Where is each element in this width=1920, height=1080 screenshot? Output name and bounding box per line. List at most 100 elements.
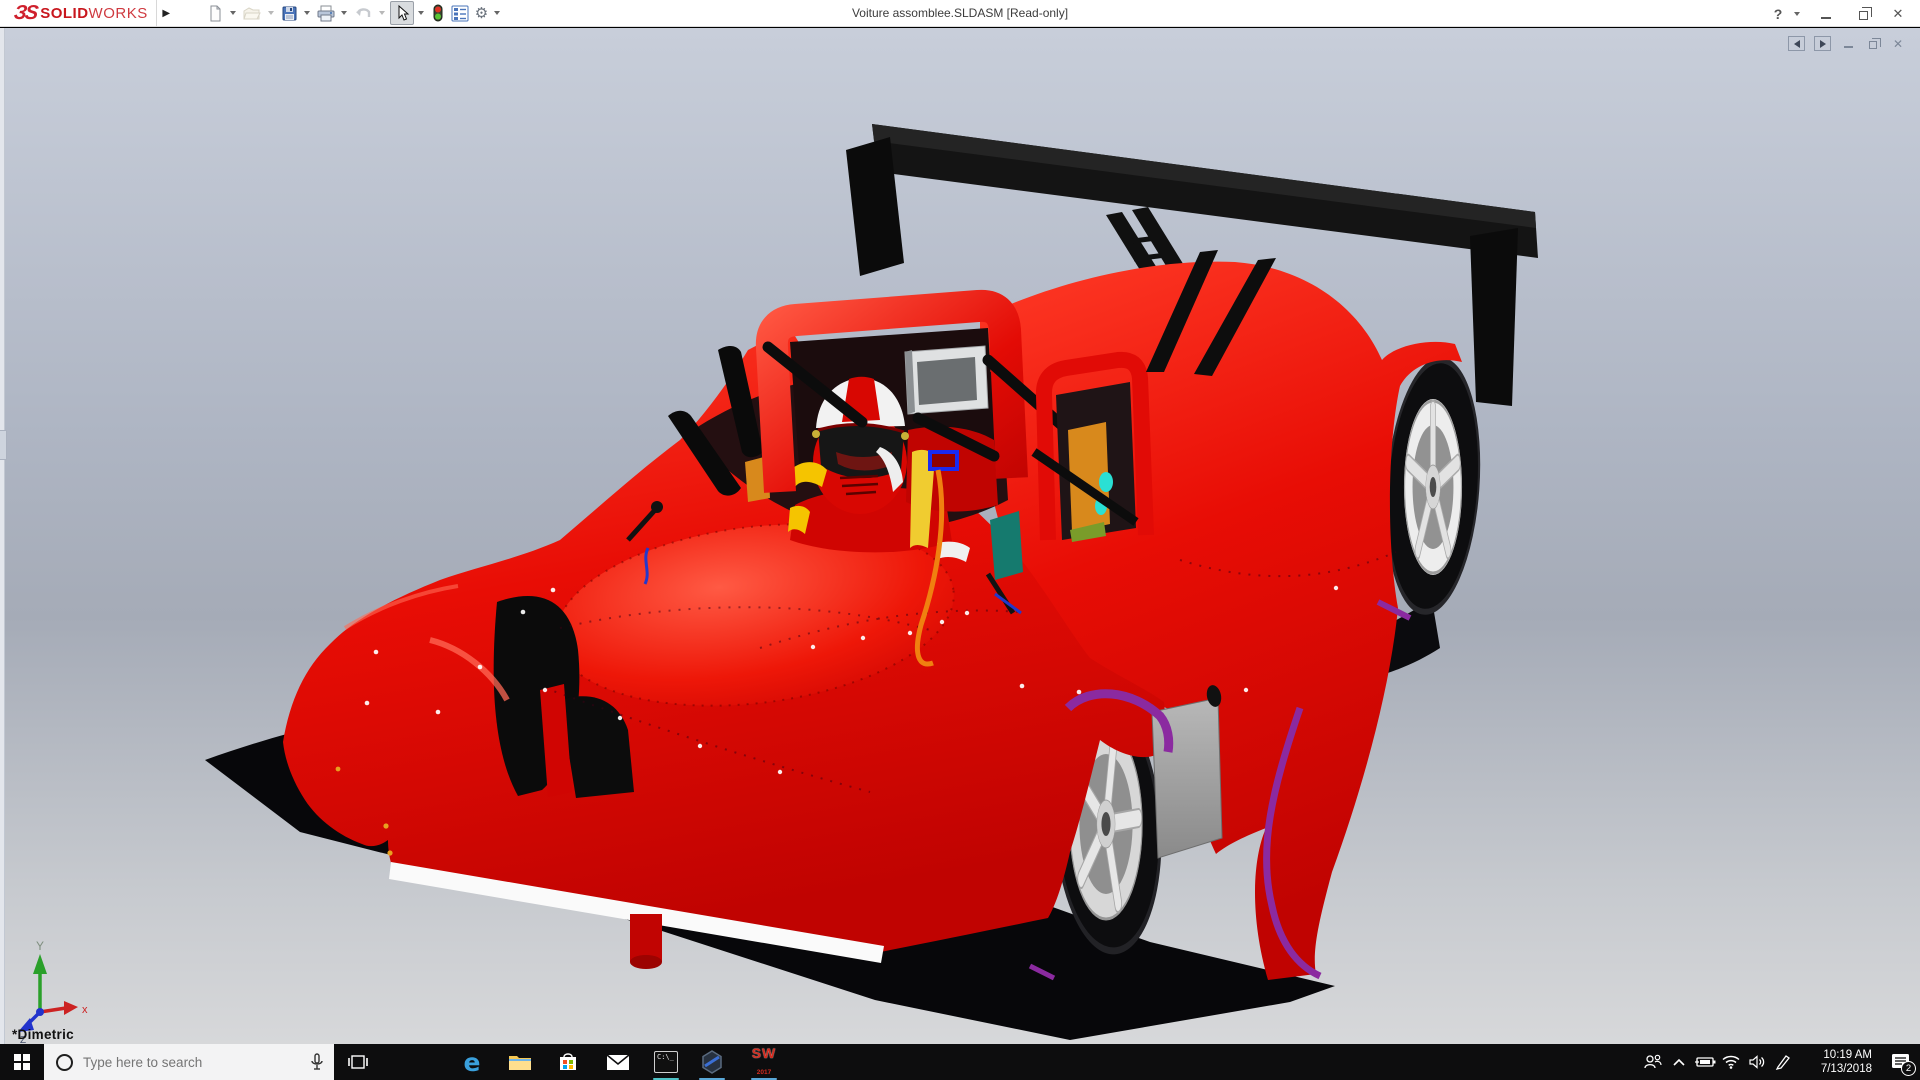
arrow-left-icon xyxy=(1794,40,1800,48)
task-view-button[interactable] xyxy=(336,1044,380,1080)
pen-button[interactable] xyxy=(1770,1044,1796,1080)
window-controls: ? ✕ xyxy=(1764,0,1912,27)
cortana-icon xyxy=(56,1054,73,1071)
windows-taskbar: e C:\_ xyxy=(0,1044,1920,1080)
rocker-panel xyxy=(1152,684,1223,858)
previous-document-button[interactable] xyxy=(1788,36,1805,51)
battery-charging-icon xyxy=(1694,1056,1716,1068)
minimize-icon xyxy=(1844,46,1853,48)
undo-button[interactable] xyxy=(352,1,375,25)
model-canvas[interactable]: Y x Z xyxy=(0,28,1920,1044)
save-dropdown[interactable] xyxy=(304,11,310,15)
edge-icon: e xyxy=(464,1050,481,1075)
titlebar: ЗS SOLIDWORKS ▶ xyxy=(0,0,1920,27)
open-folder-icon xyxy=(243,5,262,22)
select-cursor-icon xyxy=(393,4,411,22)
solidworks-logo-text-bold: SOLID xyxy=(40,5,88,22)
select-dropdown[interactable] xyxy=(418,11,424,15)
open-dropdown[interactable] xyxy=(268,11,274,15)
select-button[interactable] xyxy=(390,1,414,25)
taskbar-search[interactable] xyxy=(44,1044,334,1080)
document-close-button[interactable]: ✕ xyxy=(1890,36,1906,51)
taskbar-clock[interactable]: 10:19 AM 7/13/2018 xyxy=(1802,1048,1872,1076)
rebuild-button[interactable] xyxy=(429,1,447,25)
solidworks-logo-text-light: WORKS xyxy=(89,5,148,22)
wifi-button[interactable] xyxy=(1718,1044,1744,1080)
search-input[interactable] xyxy=(83,1055,310,1070)
document-window-controls: ✕ xyxy=(1788,36,1906,51)
restore-icon xyxy=(1869,41,1877,49)
start-button[interactable] xyxy=(0,1044,44,1080)
document-minimize-button[interactable] xyxy=(1840,36,1856,51)
action-center-button[interactable]: 2 xyxy=(1880,1044,1920,1080)
people-button[interactable] xyxy=(1640,1044,1666,1080)
quick-access-toolbar: ⚙ xyxy=(204,0,504,27)
command-prompt-button[interactable]: C:\_ xyxy=(644,1044,688,1080)
options-button[interactable]: ⚙ xyxy=(473,1,490,25)
teal-panel xyxy=(990,511,1023,580)
windows-logo-icon xyxy=(14,1054,30,1070)
traffic-light-icon xyxy=(431,4,445,22)
edge-browser-button[interactable]: e xyxy=(450,1044,494,1080)
close-button[interactable]: ✕ xyxy=(1884,3,1912,25)
file-explorer-icon xyxy=(508,1052,532,1072)
solidworks-logo-mark: ЗS xyxy=(12,2,37,25)
solidworks-2017-icon: SW 2017 xyxy=(752,1046,777,1078)
view-settings-icon xyxy=(451,5,469,22)
viewer-3d-button[interactable] xyxy=(690,1044,734,1080)
save-floppy-icon xyxy=(281,5,298,22)
print-icon xyxy=(317,5,335,22)
triad-y-label: Y xyxy=(36,939,44,953)
new-document-button[interactable] xyxy=(205,1,226,25)
options-dropdown[interactable] xyxy=(494,11,500,15)
print-dropdown[interactable] xyxy=(341,11,347,15)
restore-button[interactable] xyxy=(1848,3,1876,25)
volume-button[interactable] xyxy=(1744,1044,1770,1080)
next-document-button[interactable] xyxy=(1814,36,1831,51)
tray-overflow-button[interactable] xyxy=(1666,1044,1692,1080)
new-document-dropdown[interactable] xyxy=(230,11,236,15)
windows-ink-pen-icon xyxy=(1775,1054,1791,1070)
battery-button[interactable] xyxy=(1692,1044,1718,1080)
feature-tree-expand-handle[interactable] xyxy=(0,430,7,460)
mirror-housing xyxy=(905,346,988,414)
viewer-3d-hexagon-icon xyxy=(700,1050,724,1074)
front-tow-peg xyxy=(630,914,662,969)
minimize-button[interactable] xyxy=(1812,3,1840,25)
clock-date: 7/13/2018 xyxy=(1821,1063,1872,1075)
store-icon xyxy=(557,1051,579,1073)
view-settings-button[interactable] xyxy=(449,1,471,25)
microphone-icon[interactable] xyxy=(310,1053,324,1071)
document-restore-button[interactable] xyxy=(1865,36,1881,51)
triad-x-label: x xyxy=(82,1004,88,1016)
mail-icon xyxy=(606,1054,630,1071)
solidworks-logo: ЗS SOLIDWORKS xyxy=(0,0,156,27)
new-document-icon xyxy=(207,5,224,22)
notification-count-badge: 2 xyxy=(1901,1061,1916,1076)
undo-dropdown[interactable] xyxy=(379,11,385,15)
mail-button[interactable] xyxy=(596,1044,640,1080)
solidworks-taskbar-button[interactable]: SW 2017 xyxy=(742,1044,786,1080)
save-button[interactable] xyxy=(279,1,300,25)
menu-flyout-arrow-icon[interactable]: ▶ xyxy=(156,0,176,27)
help-button[interactable]: ? xyxy=(1764,3,1792,25)
chevron-up-icon xyxy=(1673,1058,1685,1066)
feature-tree-collapsed-strip[interactable] xyxy=(0,28,5,1044)
help-dropdown[interactable] xyxy=(1794,12,1800,16)
view-orientation-label: *Dimetric xyxy=(12,1027,74,1042)
arrow-right-icon xyxy=(1820,40,1826,48)
open-button[interactable] xyxy=(241,1,264,25)
graphics-area[interactable]: Y x Z ✕ *Dimetric xyxy=(0,28,1920,1044)
command-prompt-icon: C:\_ xyxy=(654,1051,678,1073)
speaker-icon xyxy=(1749,1055,1766,1069)
task-view-icon xyxy=(348,1053,368,1071)
people-icon xyxy=(1644,1054,1662,1070)
undo-arrow-icon xyxy=(354,5,373,22)
system-tray: 10:19 AM 7/13/2018 2 xyxy=(1640,1044,1920,1080)
minimize-icon xyxy=(1821,17,1831,19)
blue-bracket xyxy=(930,452,957,469)
print-button[interactable] xyxy=(315,1,337,25)
file-explorer-button[interactable] xyxy=(498,1044,542,1080)
clock-time: 10:19 AM xyxy=(1823,1049,1872,1061)
microsoft-store-button[interactable] xyxy=(546,1044,590,1080)
